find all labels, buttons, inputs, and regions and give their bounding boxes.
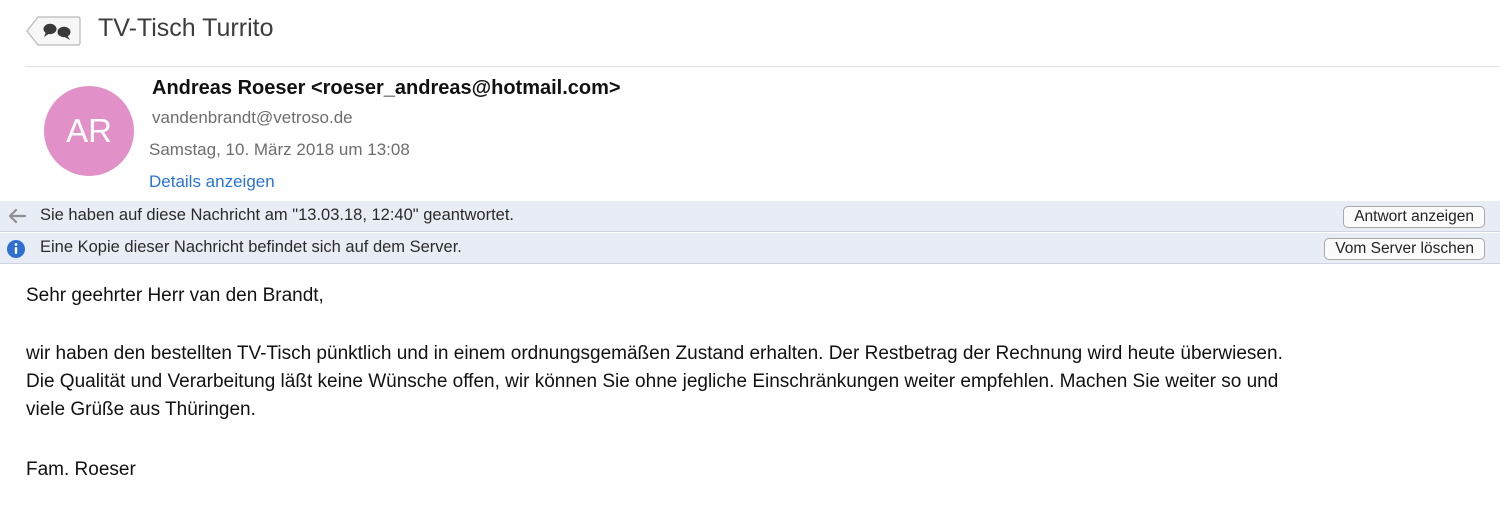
show-reply-button[interactable]: Antwort anzeigen xyxy=(1343,206,1485,228)
sender[interactable]: Andreas Roeser <roeser_andreas@hotmail.c… xyxy=(152,77,621,100)
signature: Fam. Roeser xyxy=(26,459,136,480)
server-copy-banner: Eine Kopie dieser Nachricht befindet sic… xyxy=(0,233,1500,264)
mail-message-view: TV-Tisch Turrito AR Andreas Roeser <roes… xyxy=(0,0,1500,517)
replied-banner-text: Sie haben auf diese Nachricht am "13.03.… xyxy=(40,206,515,224)
avatar: AR xyxy=(44,86,134,176)
message-body: Sehr geehrter Herr van den Brandt, wir h… xyxy=(26,282,1486,484)
body-line: viele Grüße aus Thüringen. xyxy=(26,399,256,420)
server-copy-banner-text: Eine Kopie dieser Nachricht befindet sic… xyxy=(40,238,462,256)
subject-bar: TV-Tisch Turrito xyxy=(0,0,1500,66)
reply-arrow-icon xyxy=(6,205,28,227)
message-subject: TV-Tisch Turrito xyxy=(98,14,274,42)
delete-from-server-button[interactable]: Vom Server löschen xyxy=(1324,238,1485,260)
body-line: wir haben den bestellten TV-Tisch pünktl… xyxy=(26,343,1283,364)
recipient[interactable]: vandenbrandt@vetroso.de xyxy=(152,108,353,128)
divider xyxy=(26,66,1500,67)
show-details-link[interactable]: Details anzeigen xyxy=(149,172,275,192)
message-date: Samstag, 10. März 2018 um 13:08 xyxy=(149,140,410,159)
replied-banner: Sie haben auf diese Nachricht am "13.03.… xyxy=(0,201,1500,232)
body-line: Die Qualität und Verarbeitung läßt keine… xyxy=(26,371,1279,392)
info-icon xyxy=(6,237,28,259)
conversation-bubbles-icon[interactable] xyxy=(26,16,81,46)
greeting: Sehr geehrter Herr van den Brandt, xyxy=(26,285,324,306)
